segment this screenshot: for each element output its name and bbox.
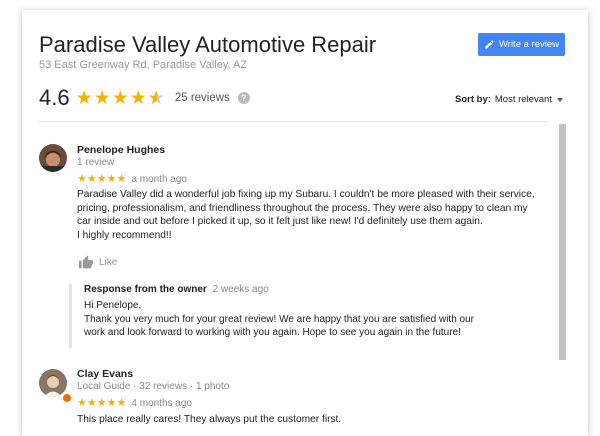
write-review-button[interactable]: Write a review	[478, 33, 565, 56]
owner-response-title: Response from the owner	[84, 284, 207, 295]
review-text-line: pricing, professionalism, and friendline…	[77, 202, 528, 214]
reviews-count[interactable]: 25 reviews	[175, 92, 230, 104]
write-review-label: Write a review	[498, 39, 559, 50]
reviewer-name[interactable]: Clay Evans	[77, 368, 133, 380]
owner-response-time: 2 weeks ago	[212, 284, 269, 295]
help-icon[interactable]: ?	[237, 92, 250, 104]
star-icon: ★	[77, 397, 87, 409]
review-text-line: Paradise Valley did a wonderful job fixi…	[77, 189, 535, 200]
sort-label: Sort by:	[455, 94, 491, 105]
pencil-icon	[485, 40, 494, 49]
divider	[39, 121, 548, 122]
reviewer-name[interactable]: Penelope Hughes	[77, 144, 165, 156]
business-name: Paradise Valley Automotive Repair	[39, 32, 377, 57]
review-rating: ★ ★ ★ ★ ★ 4 months ago	[77, 397, 192, 410]
star-icon: ★	[106, 397, 117, 409]
sort-value: Most relevant	[494, 94, 552, 105]
owner-response: Response from the owner 2 weeks ago Hi P…	[69, 284, 539, 348]
thumbs-up-icon	[79, 255, 93, 269]
like-button[interactable]: Like	[78, 255, 117, 269]
owner-response-line: work and look forward to working with yo…	[84, 327, 461, 338]
star-icon: ★	[86, 173, 97, 185]
star-icon: ★	[129, 87, 147, 109]
local-guide-badge-icon	[62, 393, 72, 403]
review-time: 4 months ago	[131, 398, 192, 409]
star-icon: ★	[116, 173, 127, 185]
reviewer-meta: 1 review	[77, 157, 115, 168]
star-icon: ★	[111, 87, 129, 109]
review-panel: Paradise Valley Automotive Repair 53 Eas…	[22, 10, 588, 436]
reviewer-meta: Local Guide · 32 reviews · 1 photo	[77, 381, 230, 392]
owner-response-line: Thank you very much for your great revie…	[84, 313, 474, 325]
rating-stars: ★ ★ ★ ★ ★ ★	[76, 89, 165, 108]
caret-down-icon	[556, 97, 563, 102]
star-icon: ★	[96, 397, 107, 409]
scrollbar[interactable]	[559, 124, 566, 360]
owner-response-line: Hi Penelope,	[84, 300, 142, 311]
star-icon: ★	[93, 87, 111, 109]
star-icon: ★	[106, 173, 117, 185]
review-text: Paradise Valley did a wonderful job fixi…	[77, 188, 557, 242]
review-text-line: This place really cares! They always put…	[77, 414, 342, 425]
star-icon: ★	[77, 173, 87, 185]
review-text-line: I highly recommend!!	[77, 229, 172, 241]
review-rating: ★ ★ ★ ★ ★ a month ago	[77, 173, 187, 186]
avatar[interactable]	[39, 369, 67, 397]
sort-dropdown[interactable]: Sort by: Most relevant	[455, 94, 563, 105]
owner-response-header: Response from the owner 2 weeks ago	[84, 284, 539, 295]
review-text: This place really cares! They always put…	[77, 413, 557, 427]
rating-value: 4.6	[39, 85, 70, 110]
review-text-line: car inside and out before I picked it up…	[77, 216, 483, 227]
avatar[interactable]	[39, 144, 67, 172]
star-icon: ★	[86, 397, 97, 409]
star-icon: ★	[75, 87, 93, 109]
business-address: 53 East Greenway Rd, Paradise Valley, AZ	[39, 59, 248, 71]
owner-response-text: Hi Penelope, Thank you very much for you…	[84, 299, 539, 340]
star-icon: ★	[116, 397, 127, 409]
review-time: a month ago	[131, 174, 187, 185]
star-icon: ★	[96, 173, 107, 185]
like-label: Like	[99, 256, 118, 268]
half-star-icon: ★ ★	[147, 87, 165, 109]
rating-summary: 4.6 ★ ★ ★ ★ ★ ★ 25 reviews ?	[39, 85, 250, 111]
